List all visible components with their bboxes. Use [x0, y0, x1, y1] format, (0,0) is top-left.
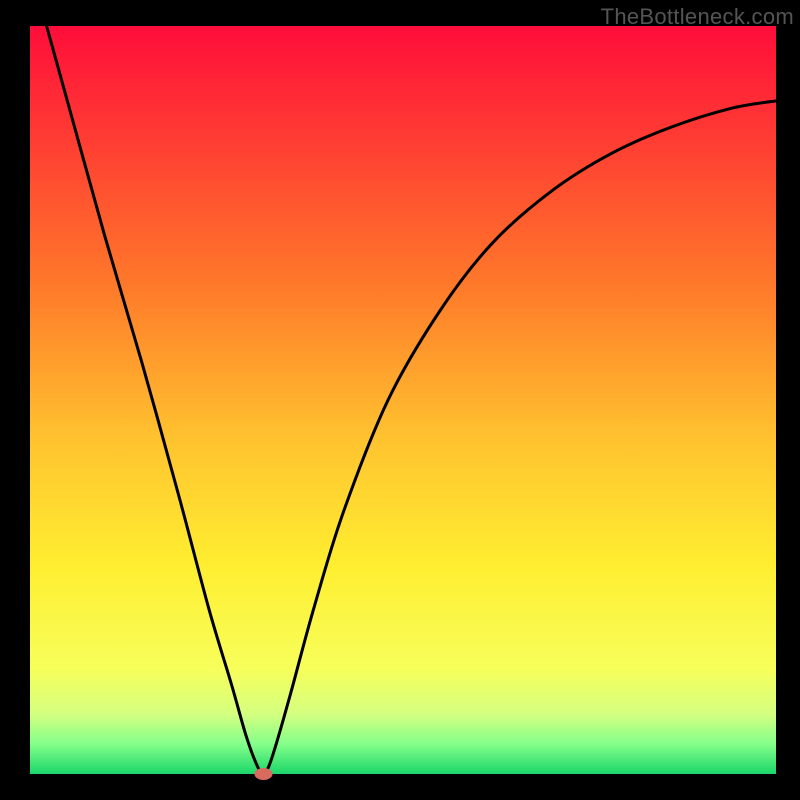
optimum-marker: [254, 768, 272, 780]
chart-container: TheBottleneck.com: [0, 0, 800, 800]
chart-svg: [0, 0, 800, 800]
plot-background: [30, 26, 776, 774]
